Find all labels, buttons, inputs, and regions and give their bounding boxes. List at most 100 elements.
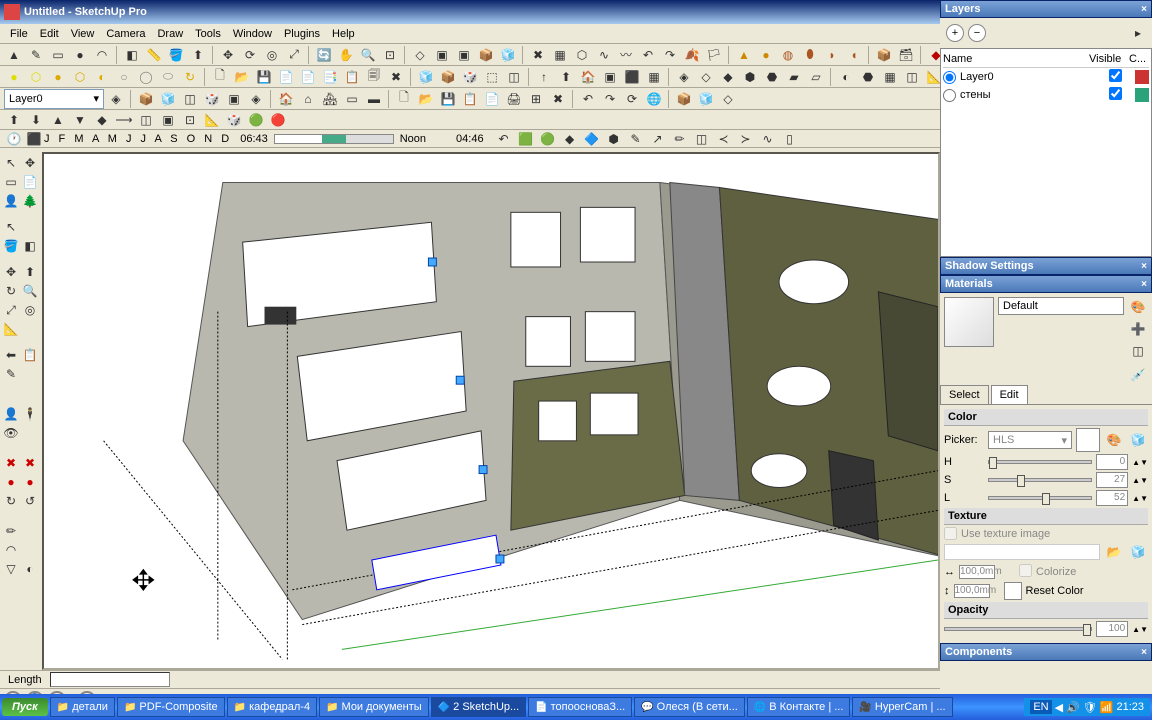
render2-icon[interactable]: ⬣ xyxy=(858,67,878,87)
lt9-icon[interactable]: 🪣 xyxy=(2,237,20,255)
color-swatch[interactable] xyxy=(1076,428,1100,452)
lt16-icon[interactable]: ◎ xyxy=(21,301,39,319)
t4-11-icon[interactable]: 🎲 xyxy=(224,110,244,130)
lt27-icon[interactable]: ✖ xyxy=(2,454,20,472)
nav5-icon[interactable]: ▦ xyxy=(644,67,664,87)
house3-icon[interactable]: 🏘 xyxy=(320,89,340,109)
lt37-icon[interactable]: ▽ xyxy=(2,560,20,578)
nav4-icon[interactable]: ⬛ xyxy=(622,67,642,87)
box2-icon[interactable]: 🗃 xyxy=(896,45,916,65)
height-arrows-icon[interactable]: ↕ xyxy=(944,585,950,597)
tab-edit[interactable]: Edit xyxy=(991,385,1028,404)
t4-1-icon[interactable]: ⬆ xyxy=(4,110,24,130)
menu-tools[interactable]: Tools xyxy=(189,26,227,42)
layer-color-swatch[interactable] xyxy=(1135,70,1149,84)
curve-icon[interactable]: ∿ xyxy=(594,45,614,65)
shadow-close-icon[interactable]: × xyxy=(1141,261,1147,272)
doc3-icon[interactable]: 📑 xyxy=(320,67,340,87)
taskbar-item[interactable]: 📁Мои документы xyxy=(319,697,429,717)
lt19-icon[interactable]: ⬅ xyxy=(2,346,20,364)
components-close-icon[interactable]: × xyxy=(1141,647,1147,658)
lt2-icon[interactable]: ✥ xyxy=(21,154,39,172)
t5-9-icon[interactable]: ✏ xyxy=(670,129,690,149)
cone-icon[interactable]: ▲ xyxy=(734,45,754,65)
menu-view[interactable]: View xyxy=(65,26,101,42)
open-icon[interactable]: 📂 xyxy=(232,67,252,87)
t5-10-icon[interactable]: ◫ xyxy=(692,129,712,149)
material-name-input[interactable]: Default xyxy=(998,297,1124,315)
remove-layer-button[interactable]: − xyxy=(968,24,986,42)
tray-icon[interactable]: 🛡 xyxy=(1083,701,1097,714)
file4-icon[interactable]: 📋 xyxy=(460,89,480,109)
opacity-value[interactable]: 100 xyxy=(1096,621,1128,637)
lt14-icon[interactable]: 🔍 xyxy=(21,282,39,300)
taskbar-item[interactable]: 🎥HyperCam | ... xyxy=(852,697,952,717)
cube3-icon[interactable]: 🎲 xyxy=(460,67,480,87)
rotate-tool-icon[interactable]: ⟳ xyxy=(240,45,260,65)
comp6-icon[interactable]: ◈ xyxy=(246,89,266,109)
lt4-icon[interactable]: 📄 xyxy=(21,173,39,191)
tex2-icon[interactable]: 🧊 xyxy=(1128,542,1148,562)
t4-10-icon[interactable]: 📐 xyxy=(202,110,222,130)
orbit-tool-icon[interactable]: 🔄 xyxy=(314,45,334,65)
t4-7-icon[interactable]: ◫ xyxy=(136,110,156,130)
leaf-icon[interactable]: 🍂 xyxy=(682,45,702,65)
tray-icon[interactable]: ◀ xyxy=(1055,701,1063,714)
t5-1-icon[interactable]: ↶ xyxy=(494,129,514,149)
start-button[interactable]: Пуск xyxy=(2,698,48,716)
file1-icon[interactable]: 🗋 xyxy=(394,89,414,109)
l-value[interactable]: 52 xyxy=(1096,490,1128,506)
t5-3-icon[interactable]: 🟢 xyxy=(538,129,558,149)
layer-radio[interactable] xyxy=(943,89,956,102)
lt3-icon[interactable]: ▭ xyxy=(2,173,20,191)
time1-icon[interactable]: 🕐 xyxy=(4,129,24,149)
l-slider[interactable] xyxy=(988,496,1092,500)
t5-11-icon[interactable]: ≺ xyxy=(714,129,734,149)
t5-13-icon[interactable]: ∿ xyxy=(758,129,778,149)
cyl-icon[interactable]: ⬮ xyxy=(800,45,820,65)
reset-color-label[interactable]: Reset Color xyxy=(1026,585,1084,597)
file8-icon[interactable]: ✖ xyxy=(548,89,568,109)
paint-tool-icon[interactable]: 🪣 xyxy=(166,45,186,65)
menu-plugins[interactable]: Plugins xyxy=(278,26,326,42)
shape6-icon[interactable]: ○ xyxy=(114,67,134,87)
lt7-icon[interactable]: ↖ xyxy=(2,218,20,236)
opacity-slider[interactable] xyxy=(944,627,1092,631)
select-tool-icon[interactable]: ▲ xyxy=(4,45,24,65)
shadow-panel-title[interactable]: Shadow Settings× xyxy=(940,257,1152,275)
taskbar-item[interactable]: 📁PDF-Composite xyxy=(117,697,225,717)
tray-time[interactable]: 21:23 xyxy=(1116,701,1144,713)
house1-icon[interactable]: 🏠 xyxy=(276,89,296,109)
material-preview[interactable] xyxy=(944,297,994,347)
zoom-tool-icon[interactable]: 🔍 xyxy=(358,45,378,65)
render4-icon[interactable]: ◫ xyxy=(902,67,922,87)
file3-icon[interactable]: 💾 xyxy=(438,89,458,109)
lt12-icon[interactable]: ⬆ xyxy=(21,263,39,281)
t5-8-icon[interactable]: ↗ xyxy=(648,129,668,149)
taskbar-item[interactable]: 🌐В Контакте | ... xyxy=(747,697,851,717)
s-value[interactable]: 27 xyxy=(1096,472,1128,488)
zoom-extents-icon[interactable]: ⊡ xyxy=(380,45,400,65)
new-icon[interactable]: 🗋 xyxy=(210,67,230,87)
eraser-tool-icon[interactable]: ◧ xyxy=(122,45,142,65)
view7-icon[interactable]: ▱ xyxy=(806,67,826,87)
tray-icon[interactable]: 📶 xyxy=(1100,701,1114,714)
t5-4-icon[interactable]: ◆ xyxy=(560,129,580,149)
mat-b2-icon[interactable]: ➕ xyxy=(1128,319,1148,339)
comp5-icon[interactable]: ▣ xyxy=(224,89,244,109)
hex-icon[interactable]: ⬡ xyxy=(572,45,592,65)
lt29-icon[interactable]: ● xyxy=(2,473,20,491)
web-icon[interactable]: 🌐 xyxy=(644,89,664,109)
redo-arc-icon[interactable]: ↷ xyxy=(660,45,680,65)
tray-lang[interactable]: EN xyxy=(1030,700,1051,714)
grid-icon[interactable]: ▦ xyxy=(550,45,570,65)
materials-panel-title[interactable]: Materials× xyxy=(940,275,1152,293)
t5-5-icon[interactable]: 🔷 xyxy=(582,129,602,149)
offset-tool-icon[interactable]: ◎ xyxy=(262,45,282,65)
iso-view-icon[interactable]: ◇ xyxy=(410,45,430,65)
picker1-icon[interactable]: 🎨 xyxy=(1104,430,1124,450)
delete-icon[interactable]: ✖ xyxy=(528,45,548,65)
view4-icon[interactable]: ⬢ xyxy=(740,67,760,87)
component-icon[interactable]: 📦 xyxy=(476,45,496,65)
scale-tool-icon[interactable]: ⤢ xyxy=(284,45,304,65)
